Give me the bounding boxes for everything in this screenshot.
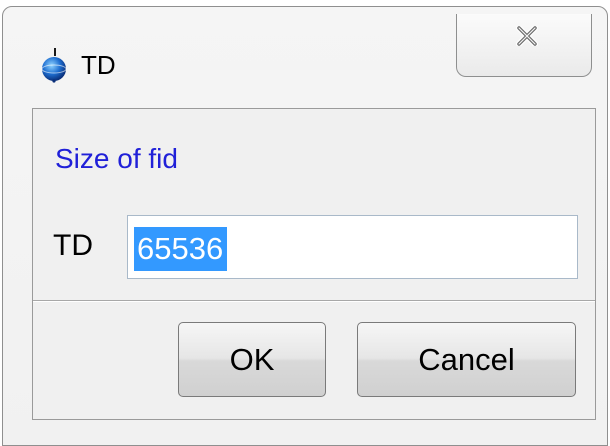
cancel-button[interactable]: Cancel xyxy=(357,322,576,397)
dialog-body: Size of fid TD 65536 OK Cancel xyxy=(32,108,596,420)
dialog-window: TD Size of fid TD 65536 OK Cancel xyxy=(2,6,608,446)
td-input-value: 65536 xyxy=(134,227,228,271)
td-field-label: TD xyxy=(53,229,93,262)
button-separator xyxy=(33,300,595,302)
close-icon xyxy=(516,25,538,47)
close-button[interactable] xyxy=(456,14,592,77)
window-title: TD xyxy=(81,50,116,80)
app-globe-icon xyxy=(39,47,69,83)
prompt-label: Size of fid xyxy=(55,143,178,174)
ok-button[interactable]: OK xyxy=(178,322,326,397)
td-input[interactable]: 65536 xyxy=(127,215,578,279)
